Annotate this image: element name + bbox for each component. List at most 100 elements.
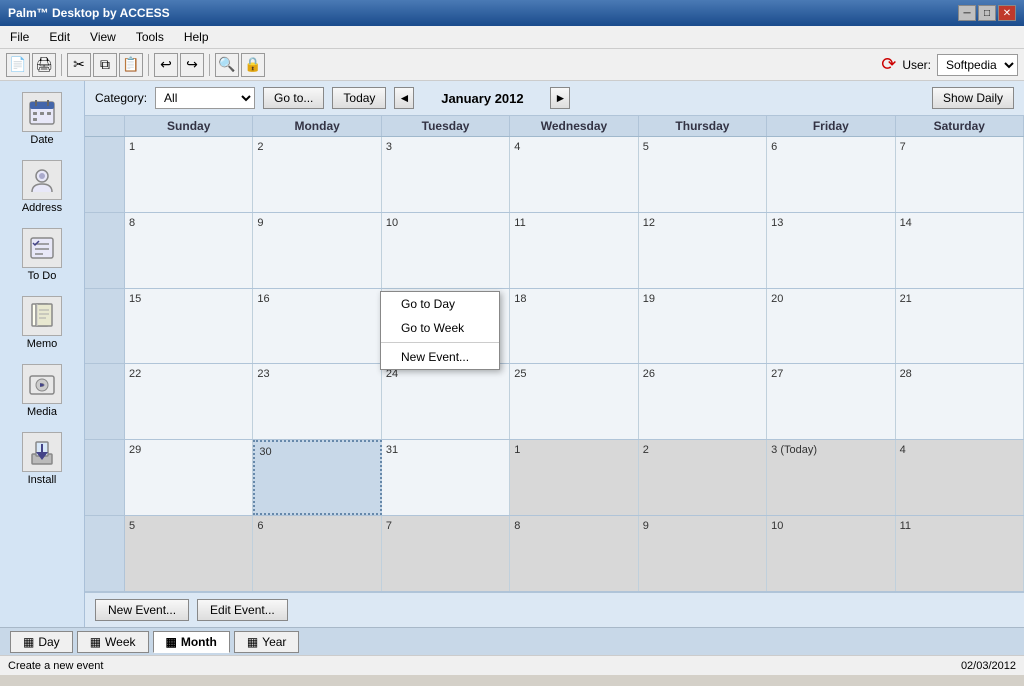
close-btn[interactable]: ✕ — [998, 5, 1016, 21]
day-30-selected[interactable]: 30 — [253, 440, 381, 515]
menu-tools[interactable]: Tools — [130, 28, 170, 46]
day-feb-6[interactable]: 6 — [253, 516, 381, 591]
day-26[interactable]: 26 — [639, 364, 767, 439]
find-btn[interactable]: 🔍 — [215, 53, 239, 77]
prev-month-btn[interactable]: ◄ — [394, 87, 414, 109]
user-select[interactable]: Softpedia — [937, 54, 1018, 76]
minimize-btn[interactable]: ─ — [958, 5, 976, 21]
redo-btn[interactable]: ↪ — [180, 53, 204, 77]
day-18[interactable]: 18 — [510, 289, 638, 364]
day-12[interactable]: 12 — [639, 213, 767, 288]
week-row-5: 29 30 31 1 2 3 (Today) 4 — [85, 440, 1024, 516]
day-feb-7[interactable]: 7 — [382, 516, 510, 591]
date-icon — [22, 92, 62, 132]
day-29[interactable]: 29 — [125, 440, 253, 515]
ctx-go-to-week[interactable]: Go to Week — [381, 316, 499, 340]
day-5[interactable]: 5 — [639, 137, 767, 212]
day-14[interactable]: 14 — [896, 213, 1024, 288]
cal-toolbar: Category: All Go to... Today ◄ January 2… — [85, 81, 1024, 116]
show-daily-btn[interactable]: Show Daily — [932, 87, 1014, 109]
day-1[interactable]: 1 — [125, 137, 253, 212]
day-6[interactable]: 6 — [767, 137, 895, 212]
menu-view[interactable]: View — [84, 28, 122, 46]
day-10[interactable]: 10 — [382, 213, 510, 288]
menu-help[interactable]: Help — [178, 28, 215, 46]
day-feb-9[interactable]: 9 — [639, 516, 767, 591]
day-8[interactable]: 8 — [125, 213, 253, 288]
tab-month[interactable]: ▦ Month — [153, 631, 230, 653]
menu-file[interactable]: File — [4, 28, 35, 46]
day-feb-8[interactable]: 8 — [510, 516, 638, 591]
day-27[interactable]: 27 — [767, 364, 895, 439]
new-btn[interactable]: 📄 — [6, 53, 30, 77]
menu-edit[interactable]: Edit — [43, 28, 76, 46]
day-3[interactable]: 3 — [382, 137, 510, 212]
day-feb-3-today[interactable]: 3 (Today) — [767, 440, 895, 515]
today-btn[interactable]: Today — [332, 87, 386, 109]
day-23[interactable]: 23 — [253, 364, 381, 439]
sidebar-item-address[interactable]: Address — [6, 155, 78, 219]
sidebar-item-date[interactable]: Date — [6, 87, 78, 151]
day-19[interactable]: 19 — [639, 289, 767, 364]
day-25[interactable]: 25 — [510, 364, 638, 439]
month-title: January 2012 — [422, 91, 542, 106]
edit-event-btn[interactable]: Edit Event... — [197, 599, 288, 621]
day-feb-2[interactable]: 2 — [639, 440, 767, 515]
paste-btn[interactable]: 📋 — [119, 53, 143, 77]
week-num-5 — [85, 440, 125, 515]
day-feb-4[interactable]: 4 — [896, 440, 1024, 515]
new-event-btn[interactable]: New Event... — [95, 599, 189, 621]
week-num-1 — [85, 137, 125, 212]
print-btn[interactable]: 🖨 — [32, 53, 56, 77]
day-11[interactable]: 11 — [510, 213, 638, 288]
header-friday: Friday — [767, 116, 895, 136]
header-wednesday: Wednesday — [510, 116, 638, 136]
undo-btn[interactable]: ↩ — [154, 53, 178, 77]
category-select[interactable]: All — [155, 87, 255, 109]
day-tab-icon: ▦ — [23, 635, 34, 649]
day-20[interactable]: 20 — [767, 289, 895, 364]
day-22[interactable]: 22 — [125, 364, 253, 439]
week-num-3 — [85, 289, 125, 364]
header-sunday: Sunday — [125, 116, 253, 136]
sidebar-item-media[interactable]: Media — [6, 359, 78, 423]
toolbar-right: ⟳ User: Softpedia — [881, 54, 1018, 76]
copy-btn[interactable]: ⧉ — [93, 53, 117, 77]
day-9[interactable]: 9 — [253, 213, 381, 288]
tab-year[interactable]: ▦ Year — [234, 631, 300, 653]
ctx-new-event[interactable]: New Event... — [381, 345, 499, 369]
month-tab-icon: ▦ — [166, 635, 177, 649]
tab-week[interactable]: ▦ Week — [77, 631, 149, 653]
sidebar-todo-label: To Do — [28, 270, 57, 282]
day-feb-1[interactable]: 1 — [510, 440, 638, 515]
sidebar-item-memo[interactable]: Memo — [6, 291, 78, 355]
sidebar-item-todo[interactable]: To Do — [6, 223, 78, 287]
day-16[interactable]: 16 — [253, 289, 381, 364]
day-21[interactable]: 21 — [896, 289, 1024, 364]
day-28[interactable]: 28 — [896, 364, 1024, 439]
ctx-go-to-day[interactable]: Go to Day — [381, 292, 499, 316]
goto-btn[interactable]: Go to... — [263, 87, 324, 109]
day-24[interactable]: 24 — [382, 364, 510, 439]
day-2[interactable]: 2 — [253, 137, 381, 212]
toolbar: 📄 🖨 ✂ ⧉ 📋 ↩ ↪ 🔍 🔒 ⟳ User: Softpedia — [0, 49, 1024, 81]
week-tab-label: Week — [105, 635, 135, 649]
lock-btn[interactable]: 🔒 — [241, 53, 265, 77]
menubar: File Edit View Tools Help — [0, 26, 1024, 49]
day-15[interactable]: 15 — [125, 289, 253, 364]
day-31[interactable]: 31 — [382, 440, 510, 515]
sidebar-item-install[interactable]: Install — [6, 427, 78, 491]
day-feb-10[interactable]: 10 — [767, 516, 895, 591]
year-tab-icon: ▦ — [247, 635, 258, 649]
tab-day[interactable]: ▦ Day — [10, 631, 73, 653]
day-feb-11[interactable]: 11 — [896, 516, 1024, 591]
day-7[interactable]: 7 — [896, 137, 1024, 212]
maximize-btn[interactable]: □ — [978, 5, 996, 21]
day-4[interactable]: 4 — [510, 137, 638, 212]
media-icon — [22, 364, 62, 404]
next-month-btn[interactable]: ► — [550, 87, 570, 109]
day-feb-5[interactable]: 5 — [125, 516, 253, 591]
cut-btn[interactable]: ✂ — [67, 53, 91, 77]
day-13[interactable]: 13 — [767, 213, 895, 288]
memo-icon — [22, 296, 62, 336]
